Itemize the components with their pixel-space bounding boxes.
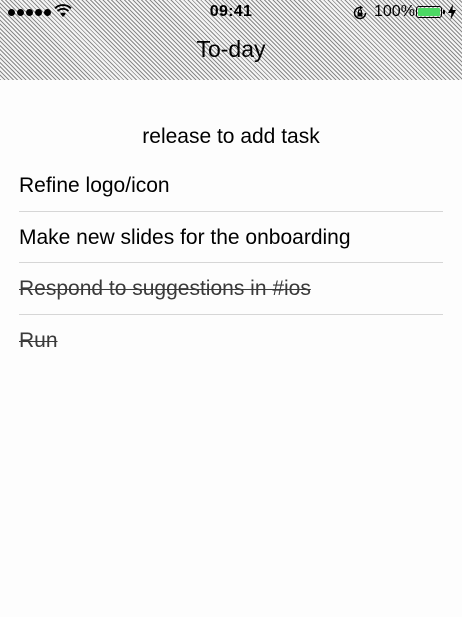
charging-bolt-icon bbox=[448, 4, 456, 20]
task-label: Refine logo/icon bbox=[19, 174, 170, 197]
battery-percentage: 100% bbox=[374, 3, 415, 20]
task-label: Respond to suggestions in #ios bbox=[19, 277, 311, 300]
task-label: Make new slides for the onboarding bbox=[19, 225, 351, 249]
task-list: Refine logo/icon Make new slides for the… bbox=[0, 160, 462, 366]
app-screen: 09:41 100% To-day release to add task Re… bbox=[0, 0, 462, 617]
pull-to-add-hint: release to add task bbox=[142, 125, 320, 148]
battery-icon bbox=[416, 6, 445, 18]
page-title: To-day bbox=[196, 36, 266, 62]
task-item[interactable]: Make new slides for the onboarding bbox=[19, 212, 443, 263]
task-item-completed[interactable]: Run bbox=[19, 315, 443, 367]
task-label: Run bbox=[19, 328, 58, 352]
navigation-header: 09:41 100% To-day bbox=[0, 0, 462, 80]
status-bar: 09:41 100% bbox=[0, 0, 462, 26]
task-item-completed[interactable]: Respond to suggestions in #ios bbox=[19, 263, 443, 315]
rotation-lock-icon bbox=[353, 5, 367, 20]
task-item[interactable]: Refine logo/icon bbox=[19, 160, 443, 212]
